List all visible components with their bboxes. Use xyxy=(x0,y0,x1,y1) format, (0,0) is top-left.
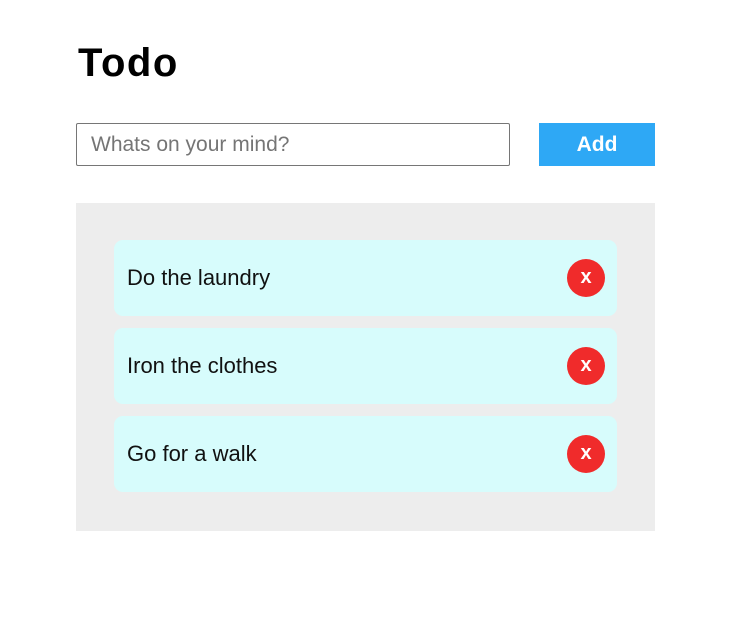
todo-list: Do the laundry x Iron the clothes x Go f… xyxy=(76,203,655,531)
add-button[interactable]: Add xyxy=(539,123,655,166)
delete-button[interactable]: x xyxy=(567,435,605,473)
todo-item: Iron the clothes x xyxy=(114,328,617,404)
todo-text: Do the laundry xyxy=(127,265,271,290)
todo-item: Go for a walk x xyxy=(114,416,617,492)
page-title: Todo xyxy=(78,41,179,85)
todo-item: Do the laundry x xyxy=(114,240,617,316)
delete-button[interactable]: x xyxy=(567,259,605,297)
todo-text: Iron the clothes xyxy=(127,353,278,378)
todo-text: Go for a walk xyxy=(127,441,257,466)
delete-button[interactable]: x xyxy=(567,347,605,385)
todo-app: Todo Add Do the laundry x Iron the cloth… xyxy=(0,0,730,630)
todo-input[interactable] xyxy=(76,123,510,166)
